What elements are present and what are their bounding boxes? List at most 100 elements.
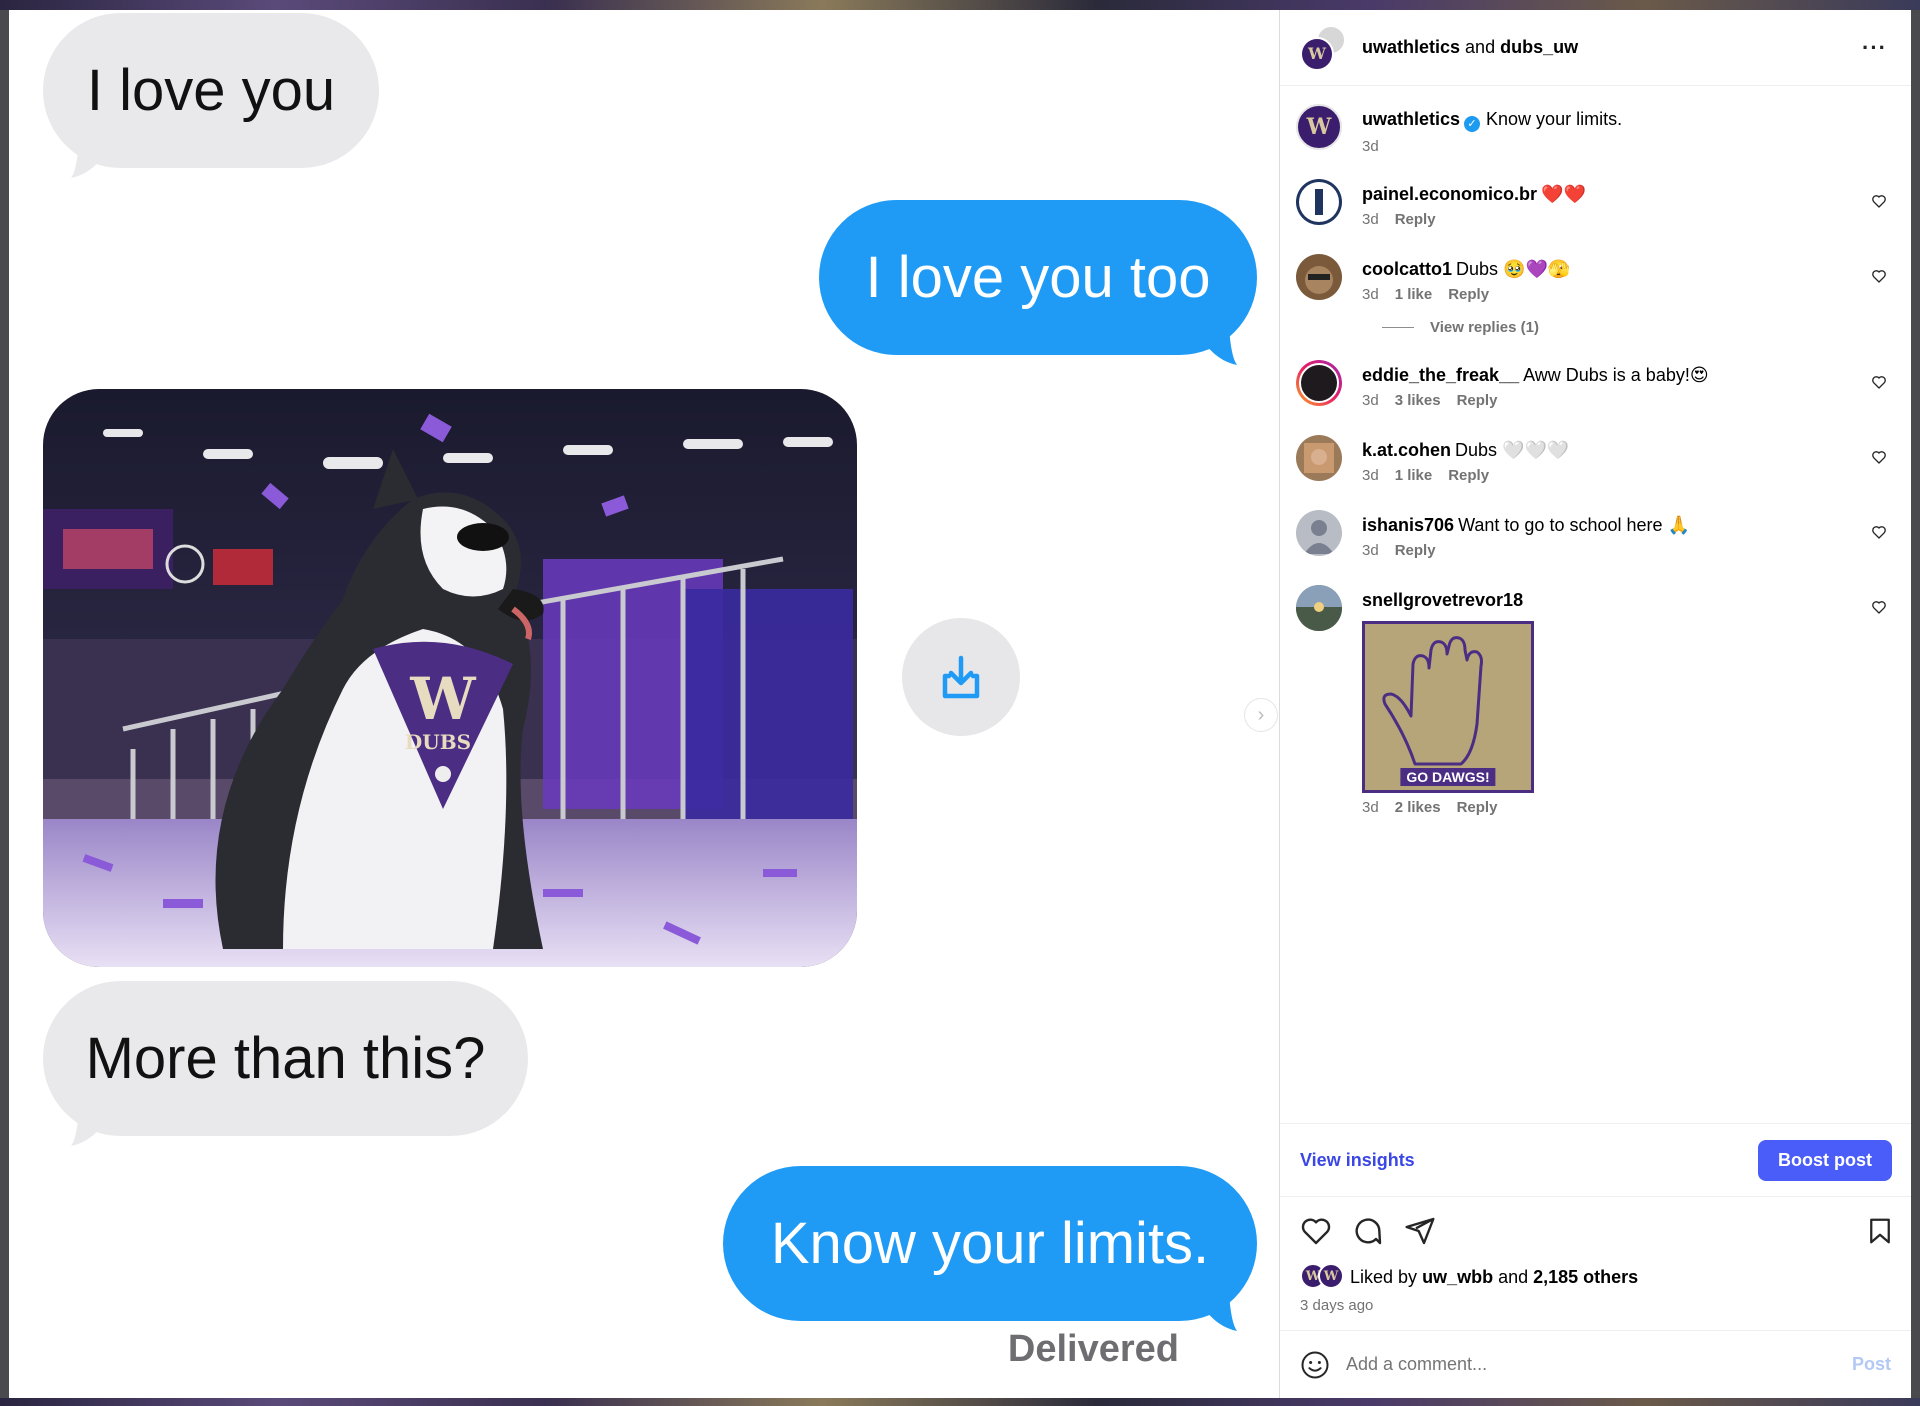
- comment-username[interactable]: k.at.cohen: [1362, 440, 1451, 460]
- message-bubble-received: I love you: [43, 13, 379, 178]
- post-media: I love you I love you too W DUBS › More …: [9, 10, 1280, 1398]
- bubble-tail: [1203, 1293, 1237, 1331]
- delivered-status: Delivered: [1007, 1328, 1179, 1370]
- comment-time: 3d: [1362, 392, 1379, 409]
- message-text: More than this?: [85, 1026, 486, 1091]
- caption: W uwathletics ✓ Know your limits. 3d: [1296, 104, 1895, 155]
- message-text: Know your limits.: [770, 1211, 1210, 1276]
- like-comment-heart-icon[interactable]: [1871, 449, 1887, 465]
- avatar[interactable]: [1296, 360, 1342, 406]
- comment-item: eddie_the_freak__ Aww Dubs is a baby!😍 3d…: [1296, 360, 1895, 409]
- avatar[interactable]: [1296, 510, 1342, 556]
- message-text: I love you too: [865, 245, 1211, 310]
- comment-item: coolcatto1 Dubs 🥹💜🫣 3d 1 like Reply: [1296, 254, 1895, 303]
- comment-text: Aww Dubs is a baby!😍: [1523, 365, 1709, 385]
- bubble-tail: [71, 140, 105, 178]
- comment-item: k.at.cohen Dubs 🤍🤍🤍 3d 1 like Reply: [1296, 435, 1895, 484]
- reply-button[interactable]: Reply: [1448, 286, 1489, 303]
- boost-post-button[interactable]: Boost post: [1758, 1139, 1892, 1181]
- like-comment-heart-icon[interactable]: [1871, 374, 1887, 390]
- comment-username[interactable]: ishanis706: [1362, 515, 1454, 535]
- post-time: 3 days ago: [1300, 1297, 1374, 1314]
- message-bubble-sent: Know your limits.: [723, 1166, 1257, 1331]
- comment-text: Dubs 🥹💜🫣: [1456, 259, 1571, 279]
- comment-username[interactable]: snellgrovetrevor18: [1362, 590, 1523, 610]
- background-feed-strip: [0, 0, 1920, 10]
- avatar: W: [1318, 1263, 1344, 1289]
- comment-username[interactable]: eddie_the_freak__: [1362, 365, 1519, 385]
- comment-item: painel.economico.br ❤️❤️ 3d Reply: [1296, 179, 1895, 228]
- avatar[interactable]: [1296, 179, 1342, 225]
- dog-photo: W DUBS: [43, 389, 857, 967]
- heart-icon[interactable]: [1300, 1215, 1332, 1247]
- view-replies-label: View replies (1): [1430, 319, 1539, 336]
- comment-likes[interactable]: 3 likes: [1395, 392, 1441, 409]
- avatar: W: [1300, 36, 1334, 71]
- avatar[interactable]: [1296, 435, 1342, 481]
- comment-item: ishanis706 Want to go to school here 🙏 3d…: [1296, 510, 1895, 559]
- like-comment-heart-icon[interactable]: [1871, 268, 1887, 284]
- caption-text: Know your limits.: [1486, 109, 1623, 129]
- liked-by-avatars: W W: [1300, 1263, 1346, 1291]
- liked-by-user[interactable]: uw_wbb: [1422, 1267, 1493, 1288]
- add-comment-bar: Post: [1280, 1330, 1911, 1398]
- like-comment-heart-icon[interactable]: [1871, 193, 1887, 209]
- reply-button[interactable]: Reply: [1457, 392, 1498, 409]
- reply-button[interactable]: Reply: [1395, 211, 1436, 228]
- view-insights-link[interactable]: View insights: [1300, 1150, 1415, 1171]
- author-link[interactable]: dubs_uw: [1500, 37, 1578, 57]
- avatar[interactable]: [1296, 254, 1342, 300]
- comment-time: 3d: [1362, 138, 1379, 155]
- comments-panel: W uwathletics and dubs_uw ··· W uwathlet…: [1280, 10, 1911, 1398]
- comment-text: Dubs 🤍🤍🤍: [1455, 440, 1570, 460]
- comment-time: 3d: [1362, 542, 1379, 559]
- author-link[interactable]: uwathletics: [1362, 37, 1460, 57]
- comment-icon[interactable]: [1352, 1215, 1384, 1247]
- comment-likes[interactable]: 2 likes: [1395, 799, 1441, 816]
- comment-username[interactable]: painel.economico.br: [1362, 184, 1537, 204]
- comment-list: W uwathletics ✓ Know your limits. 3d paine…: [1280, 86, 1911, 1123]
- collab-avatars[interactable]: W: [1300, 24, 1346, 71]
- liked-by-others[interactable]: 2,185 others: [1533, 1267, 1638, 1288]
- post-comment-button[interactable]: Post: [1852, 1354, 1891, 1375]
- message-bubble-received: More than this?: [43, 981, 528, 1146]
- reply-button[interactable]: Reply: [1395, 542, 1436, 559]
- comment-username[interactable]: uwathletics: [1362, 109, 1460, 129]
- next-slide-button[interactable]: ›: [1244, 698, 1278, 732]
- more-options-button[interactable]: ···: [1854, 35, 1895, 61]
- bubble-tail: [1203, 327, 1237, 365]
- hand-sticker-icon: [1382, 636, 1483, 766]
- message-text: I love you: [86, 58, 336, 123]
- comment-text: Want to go to school here 🙏: [1458, 515, 1690, 535]
- insights-bar: View insights Boost post: [1280, 1123, 1911, 1197]
- share-icon[interactable]: [1404, 1215, 1436, 1247]
- download-icon: [942, 655, 980, 699]
- bandana-text: DUBS: [405, 730, 471, 754]
- comment-likes[interactable]: 1 like: [1395, 286, 1433, 303]
- chevron-right-icon: ›: [1257, 703, 1265, 726]
- view-replies-button[interactable]: View replies (1): [1382, 319, 1895, 336]
- avatar[interactable]: [1296, 585, 1342, 631]
- comment-username[interactable]: coolcatto1: [1362, 259, 1452, 279]
- background-feed-strip: [0, 1398, 1920, 1406]
- emoji-icon[interactable]: [1300, 1350, 1330, 1380]
- verified-badge-icon: ✓: [1464, 116, 1481, 132]
- bubble-tail: [71, 1108, 105, 1146]
- reply-button[interactable]: Reply: [1457, 799, 1498, 816]
- divider: [1382, 327, 1414, 328]
- comment-likes[interactable]: 1 like: [1395, 467, 1433, 484]
- save-to-device-button[interactable]: [902, 618, 1020, 736]
- like-comment-heart-icon[interactable]: [1871, 599, 1887, 615]
- authors-joiner: and: [1465, 37, 1496, 57]
- avatar[interactable]: W: [1296, 104, 1342, 150]
- comment-text: ❤️❤️: [1541, 184, 1586, 204]
- comment-item: snellgrovetrevor18 GO DAWGS! 3d 2 likes …: [1296, 585, 1895, 816]
- comment-time: 3d: [1362, 211, 1379, 228]
- reply-button[interactable]: Reply: [1448, 467, 1489, 484]
- like-comment-heart-icon[interactable]: [1871, 524, 1887, 540]
- comment-input[interactable]: [1346, 1354, 1852, 1375]
- post-authors: uwathletics and dubs_uw: [1362, 37, 1854, 58]
- post-modal: I love you I love you too W DUBS › More …: [9, 10, 1911, 1398]
- bookmark-icon[interactable]: [1865, 1216, 1895, 1246]
- sticker-label: GO DAWGS!: [1400, 768, 1496, 786]
